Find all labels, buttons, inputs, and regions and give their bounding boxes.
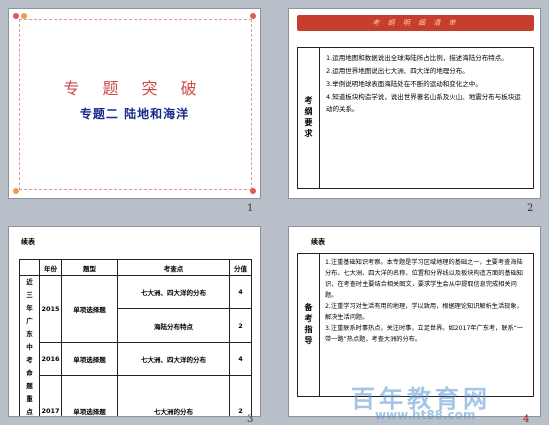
table-row: 近三年广东中考命题重点分析 2015 单项选择题 七大洲、四大洋的分布 4	[19, 274, 252, 416]
table-cell: 海陆分布特点	[117, 308, 230, 343]
slide-number: 1	[247, 203, 254, 214]
table-row: 2017 单项选择题 七大洲的分布 2	[20, 375, 252, 416]
table-cell: 七大洲、四大洋的分布	[117, 274, 230, 310]
row-header: 备考指导	[298, 254, 320, 396]
list-item: 1.运用地图和数据说出全球海陆所占比例，描述海陆分布特点。	[326, 54, 508, 62]
table-header-row: 年份 题型 考查点 分值	[19, 259, 252, 276]
side-header-text: 近三年广东中考命题重点分析	[26, 278, 33, 416]
list-item: 2.注重学习对生活有用的地理，学以致用，根据理论知识解析生活现象，解决生活问题。	[325, 303, 523, 321]
table-cell: 2017	[39, 375, 62, 416]
slide-number: 3	[247, 414, 254, 425]
list-item: 3.举例说明地球表面海陆处在不断的运动和变化之中。	[326, 80, 482, 88]
table-header-cell: 题型	[61, 259, 118, 276]
content-panel: 考纲要求 1.运用地图和数据说出全球海陆所占比例，描述海陆分布特点。 2.运用世…	[297, 47, 534, 189]
table-cell: 单项选择题	[61, 275, 118, 343]
row-header-label: 备考指导	[304, 303, 313, 347]
table-cell: 2	[229, 375, 252, 416]
decor-dot	[250, 188, 256, 194]
table-cell: 2015	[39, 275, 62, 343]
decor-dot	[13, 188, 19, 194]
side-header-cell: 近三年广东中考命题重点分析	[19, 275, 40, 416]
exam-table: 年份 题型 考查点 分值 近三年广东中考命题重点分析 2015 单项选择题 七大…	[19, 259, 252, 416]
list-item: 1.注重基础知识考察。本专题是学习区域地理的基础之一，主要考查海陆分布、七大洲、…	[325, 259, 523, 299]
row-header-label: 考纲要求	[304, 96, 313, 140]
row-header: 考纲要求	[298, 48, 320, 188]
table-header-cell: 分值	[229, 259, 252, 276]
list-item: 3.注重联系时事热点，关注时事，立足世界。如2017年广东考，联系“一带一路”热…	[325, 325, 524, 343]
table-cell: 单项选择题	[61, 341, 118, 377]
table-row: 2016 单项选择题 七大洲、四大洋的分布 4	[20, 341, 252, 377]
table-cell: 4	[229, 274, 252, 310]
slide-thumbnail-3[interactable]: 续表 年份 题型 考查点 分值 近三年广东中考命题重点分析 2015 单项选择题…	[8, 226, 261, 417]
slide-thumbnail-1[interactable]: 专 题 突 破 专题二 陆地和海洋	[8, 8, 261, 199]
slide-thumbnail-4[interactable]: 续表 备考指导 1.注重基础知识考察。本专题是学习区域地理的基础之一，主要考查海…	[288, 226, 541, 417]
list-item: 4.知道板块构造学说，说出世界著名山系及火山、地震分布与板块运动的关系。	[326, 93, 521, 113]
list-item: 2.运用世界地图说出七大洲、四大洋的地理分布。	[326, 67, 469, 75]
continued-label: 续表	[21, 238, 35, 246]
header-text: 考 纲 明 细 清 单	[372, 19, 459, 27]
decor-dot	[250, 13, 256, 19]
table-header-cell: 年份	[39, 259, 62, 276]
decor-dot	[21, 13, 27, 19]
table-header-cell	[19, 259, 40, 276]
slide-number: 4	[523, 414, 530, 425]
slide-number: 2	[527, 203, 534, 214]
content-panel: 备考指导 1.注重基础知识考察。本专题是学习区域地理的基础之一，主要考查海陆分布…	[297, 253, 534, 397]
continued-label: 续表	[311, 238, 325, 246]
slide-subtitle: 专题二 陆地和海洋	[79, 107, 190, 121]
slide-thumbnail-2[interactable]: 考 纲 明 细 清 单 考纲要求 1.运用地图和数据说出全球海陆所占比例，描述海…	[288, 8, 541, 199]
table-cell: 2016	[39, 341, 62, 377]
decor-dot	[13, 13, 19, 19]
content-body: 1.运用地图和数据说出全球海陆所占比例，描述海陆分布特点。 2.运用世界地图说出…	[320, 48, 533, 188]
table-cell: 4	[229, 341, 252, 377]
header-bar: 考 纲 明 细 清 单	[297, 15, 534, 31]
table-cell: 七大洲、四大洋的分布	[117, 341, 230, 377]
table-cell: 单项选择题	[61, 375, 118, 416]
table-cell: 七大洲的分布	[117, 375, 230, 416]
content-body: 1.注重基础知识考察。本专题是学习区域地理的基础之一，主要考查海陆分布、七大洲、…	[320, 254, 533, 396]
slide-title: 专 题 突 破	[63, 79, 206, 98]
table-header-cell: 考查点	[117, 259, 230, 276]
table-cell: 2	[229, 308, 252, 343]
